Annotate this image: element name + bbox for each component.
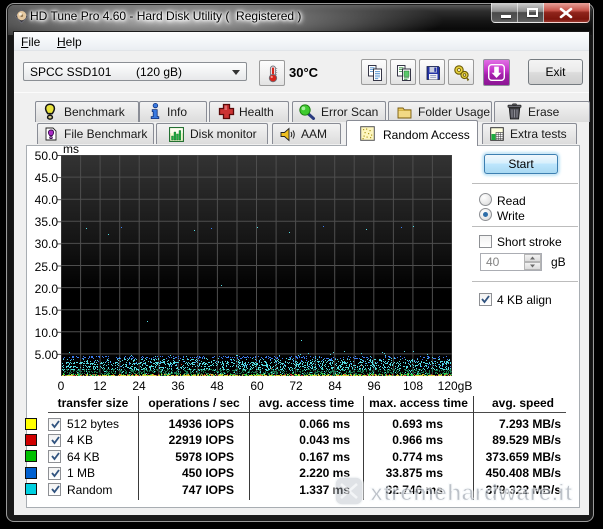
- svg-text:xtremehardware.it: xtremehardware.it: [370, 480, 573, 506]
